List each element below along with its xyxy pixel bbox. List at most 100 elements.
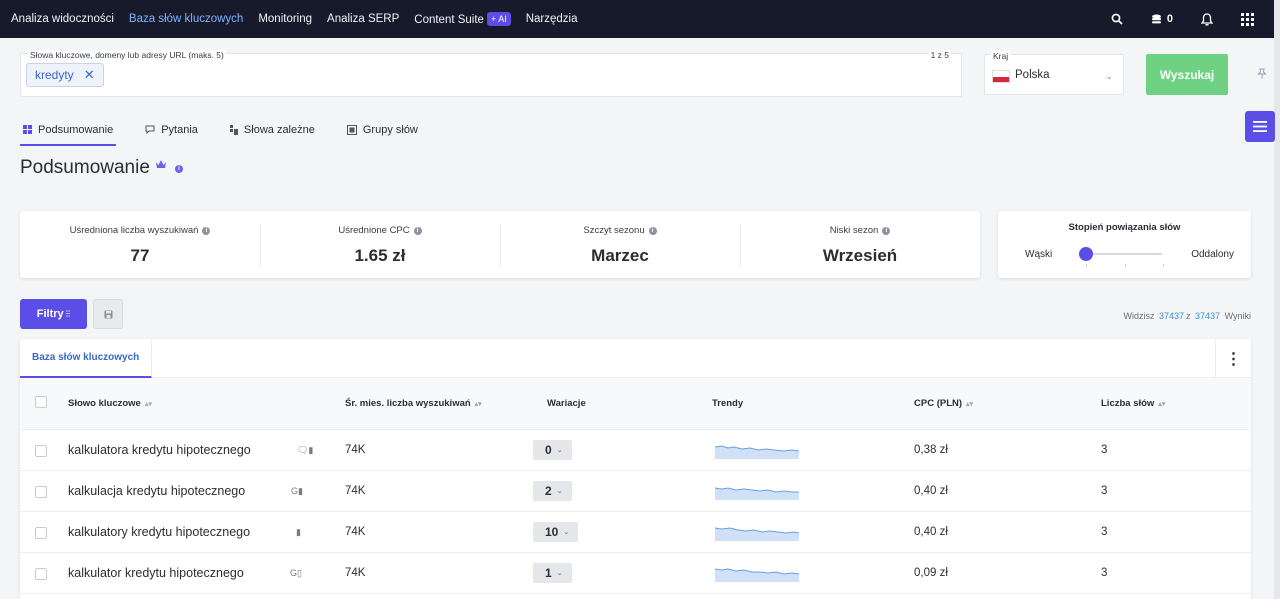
col-word-count[interactable]: Liczba słów ▴▾ — [1101, 398, 1165, 409]
serp-features-icons: ▮ — [296, 526, 301, 537]
keyword-cell[interactable]: kalkulatora kredytu hipotecznego — [68, 430, 251, 470]
more-options-icon[interactable]: ⋮ — [1215, 339, 1251, 378]
slider-tick — [1086, 264, 1087, 267]
keyword-counter: 1 z 5 — [928, 50, 951, 60]
pin-icon[interactable] — [1257, 68, 1267, 82]
chip-remove-icon[interactable]: ✕ — [84, 67, 95, 83]
info-icon[interactable]: i — [882, 226, 891, 235]
variations-value: 10 — [545, 525, 559, 539]
keyword-cell[interactable]: kalkulatory kredytu hipotecznego — [68, 512, 250, 552]
variations-cell: 10 ⌄ — [533, 512, 579, 552]
variations-cell: 0 ⌄ — [533, 430, 572, 470]
save-filter-button[interactable] — [93, 299, 123, 329]
table-header: Słowo kluczowe ▴▾ Śr. mies. liczba wyszuk… — [20, 378, 1251, 430]
filters-label: Filtry — [36, 308, 64, 320]
filters-button[interactable]: Filtry ⫶⫶ — [20, 299, 87, 329]
col-variations: Wariacje — [547, 398, 586, 409]
serp-features-icons: G▮ — [291, 485, 303, 496]
results-count: Widzisz 37437 z 37437 Wyniki — [1123, 311, 1251, 321]
nav-item-serp[interactable]: Analiza SERP — [327, 13, 399, 25]
tab-summary[interactable]: Podsumowanie — [20, 120, 117, 146]
col-cpc-label: CPC (PLN) — [914, 398, 963, 409]
search-icon[interactable] — [1111, 13, 1123, 25]
variations-cell: 2 ⌄ — [533, 471, 572, 511]
info-icon[interactable]: i — [648, 226, 657, 235]
word-count-cell: 3 — [1101, 444, 1108, 456]
col-trends: Trendy — [712, 398, 744, 409]
credits-count: 0 — [1166, 13, 1173, 25]
side-menu-button[interactable] — [1245, 111, 1275, 142]
nav-item-keyword-database[interactable]: Baza słów kluczowych — [129, 13, 243, 25]
results-total: 37437 — [1195, 311, 1221, 321]
info-icon[interactable]: i — [202, 226, 211, 235]
tab-keyword-database[interactable]: Baza słów kluczowych — [20, 339, 153, 378]
page-scrollbar[interactable] — [1274, 0, 1280, 599]
crown-icon — [155, 159, 166, 171]
col-volume[interactable]: Śr. mies. liczba wyszukiwań ▴▾ — [345, 398, 482, 409]
col-keyword[interactable]: Słowo kluczowe ▴▾ — [68, 398, 152, 409]
credits-icon — [1151, 14, 1161, 23]
relation-left-label: Wąski — [1025, 249, 1053, 260]
keyword-input-field[interactable]: Słowa kluczowe, domeny lub adresy URL (m… — [20, 50, 962, 97]
variations-dropdown[interactable]: 1 ⌄ — [533, 563, 572, 583]
country-label: Kraj — [991, 51, 1011, 61]
keyword-chip[interactable]: kredyty ✕ — [26, 63, 104, 87]
volume-cell: 74K — [345, 444, 366, 456]
tab-summary-label: Podsumowanie — [38, 124, 114, 136]
credits-button[interactable]: 0 — [1151, 13, 1173, 25]
stat-value: 77 — [130, 246, 150, 265]
bell-icon[interactable] — [1201, 12, 1213, 26]
tab-word-groups[interactable]: Grupy słów — [344, 120, 421, 146]
chevron-down-icon: ⌄ — [1105, 71, 1113, 81]
apps-grid-icon[interactable] — [1241, 12, 1254, 26]
nav-item-tools[interactable]: Narzędzia — [526, 13, 578, 25]
row-checkbox[interactable] — [35, 445, 47, 457]
trend-sparkline — [714, 471, 800, 511]
results-shown: 37437 — [1158, 311, 1185, 321]
table-row[interactable]: kalkulator kredytu hipotecznego G▯ 74K 1… — [20, 553, 1251, 594]
col-cpc[interactable]: CPC (PLN) ▴▾ — [914, 398, 973, 409]
relation-slider-handle[interactable] — [1079, 247, 1093, 261]
tab-questions[interactable]: Pytania — [142, 120, 201, 146]
table-row[interactable]: kalkulatory kredytu hipotecznego ▮ 74K 1… — [20, 512, 1251, 553]
select-all-checkbox[interactable] — [35, 396, 47, 408]
table-row[interactable]: kalkulacja kredytu hipotecznego G▮ 74K 2… — [20, 471, 1251, 512]
keyword-input-label: Słowa kluczowe, domeny lub adresy URL (m… — [28, 50, 226, 60]
trend-sparkline — [714, 512, 800, 552]
variations-value: 0 — [545, 443, 552, 457]
variations-dropdown[interactable]: 10 ⌄ — [533, 522, 579, 542]
variations-dropdown[interactable]: 2 ⌄ — [533, 481, 572, 501]
page-title: Podsumowanie i — [20, 157, 183, 179]
table-row[interactable]: kalkulatora kredytu hipotecznego 🗨▮ 74K … — [20, 430, 1251, 471]
info-icon[interactable]: i — [413, 226, 422, 235]
top-navigation: Analiza widoczności Baza słów kluczowych… — [0, 0, 1274, 38]
content-suite-label: Content Suite — [414, 14, 484, 26]
nav-right-icons: 0 — [1083, 0, 1254, 38]
word-count-cell: 3 — [1101, 485, 1108, 497]
variations-dropdown[interactable]: 0 ⌄ — [533, 440, 572, 460]
results-prefix: Widzisz — [1123, 311, 1155, 321]
nav-item-visibility[interactable]: Analiza widoczności — [11, 13, 114, 25]
row-checkbox[interactable] — [35, 568, 47, 580]
keyword-table: Baza słów kluczowych ⋮ Słowo kluczowe ▴▾ … — [20, 339, 1251, 599]
info-icon[interactable]: i — [171, 154, 183, 176]
nav-item-monitoring[interactable]: Monitoring — [258, 13, 312, 25]
related-words-icon — [229, 125, 238, 135]
tab-related-words[interactable]: Słowa zależne — [227, 120, 318, 146]
country-select[interactable]: Kraj Polska ⌄ — [984, 51, 1124, 95]
ai-badge: + AI — [486, 12, 511, 26]
row-checkbox[interactable] — [35, 486, 47, 498]
row-checkbox[interactable] — [35, 527, 47, 539]
relation-slider-track[interactable] — [1086, 253, 1162, 255]
col-volume-label: Śr. mies. liczba wyszukiwań — [345, 398, 471, 409]
chevron-down-icon: ⌄ — [556, 570, 563, 577]
search-button[interactable]: Wyszukaj — [1146, 54, 1228, 95]
keyword-cell[interactable]: kalkulacja kredytu hipotecznego — [68, 471, 245, 511]
nav-item-content-suite[interactable]: Content Suite + AI — [414, 12, 511, 26]
keyword-cell[interactable]: kalkulator kredytu hipotecznego — [68, 553, 244, 593]
chevron-down-icon: ⌄ — [563, 529, 570, 536]
country-value: Polska — [1015, 69, 1050, 81]
variations-cell: 1 ⌄ — [533, 553, 572, 593]
dashboard-icon — [23, 125, 32, 134]
speech-bubble-icon — [145, 125, 155, 134]
